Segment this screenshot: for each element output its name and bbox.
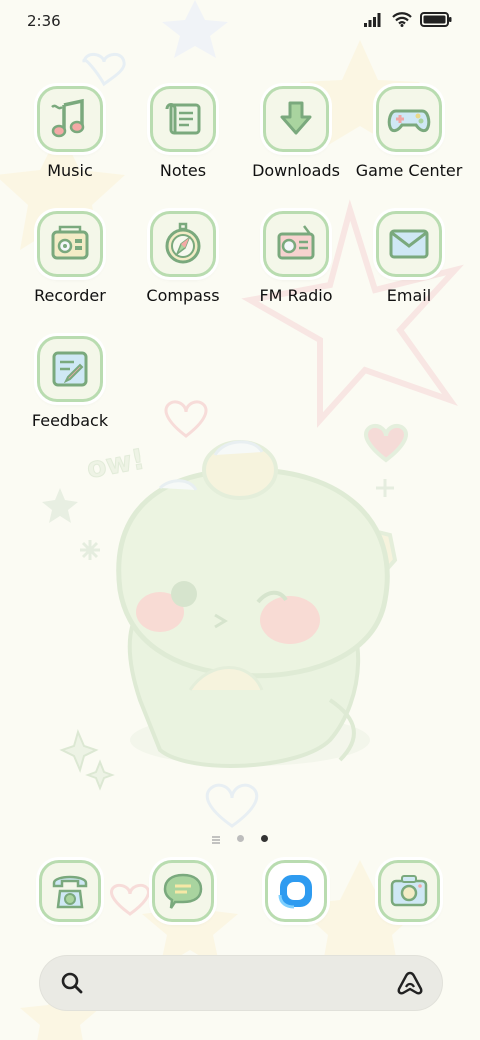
sparkle-decoration — [59, 729, 99, 773]
heart-decoration — [164, 400, 208, 438]
app-label: Recorder — [34, 286, 106, 305]
app-label: Email — [386, 286, 432, 305]
status-bar: 2:36 — [0, 0, 480, 44]
app-label: Downloads — [252, 161, 340, 180]
app-recorder[interactable]: Recorder — [16, 211, 124, 305]
page-dot-active[interactable] — [261, 835, 269, 842]
app-game-center[interactable]: Game Center — [355, 86, 463, 180]
app-tile — [39, 860, 101, 922]
app-tile — [37, 336, 103, 402]
envelope-icon — [389, 229, 429, 259]
wifi-icon — [392, 12, 412, 27]
heart-decoration — [364, 424, 408, 463]
dinosaur-illustration — [116, 440, 398, 769]
download-arrow-icon — [280, 101, 312, 135]
notes-scroll-icon — [165, 103, 201, 135]
sparkle-decoration — [85, 759, 115, 791]
heart-decoration — [205, 783, 259, 828]
page-indicator-list-icon[interactable] — [211, 829, 220, 848]
compass-icon — [165, 222, 201, 264]
app-email[interactable]: Email — [355, 211, 463, 305]
wallpaper-ow-text: ow! — [84, 442, 147, 485]
app-notes[interactable]: Notes — [129, 86, 237, 180]
app-tile — [376, 86, 442, 152]
app-tile — [263, 211, 329, 277]
dock-phone[interactable] — [16, 860, 124, 922]
app-tile — [37, 86, 103, 152]
app-tile — [37, 211, 103, 277]
phone-icon — [52, 875, 88, 909]
messages-icon — [163, 873, 203, 909]
app-label: Notes — [159, 161, 207, 180]
dock-messages[interactable] — [129, 860, 237, 922]
app-downloads[interactable]: Downloads — [242, 86, 350, 180]
page-indicator — [0, 828, 480, 848]
app-label: Compass — [146, 286, 220, 305]
radio-icon — [277, 225, 315, 260]
dock-camera[interactable] — [355, 860, 463, 922]
battery-icon — [420, 12, 452, 27]
app-label: Music — [47, 161, 93, 180]
app-fm-radio[interactable]: FM Radio — [242, 211, 350, 305]
feedback-icon — [52, 351, 88, 387]
gamepad-icon — [387, 109, 431, 133]
app-music[interactable]: Music — [16, 86, 124, 180]
app-label: Game Center — [355, 161, 463, 180]
camera-icon — [390, 875, 428, 907]
assistant-icon[interactable] — [396, 970, 424, 996]
music-note-icon — [51, 98, 85, 138]
app-label: Feedback — [31, 411, 109, 430]
app-label: FM Radio — [259, 286, 333, 305]
browser-icon — [278, 875, 312, 909]
app-tile — [376, 211, 442, 277]
recorder-icon — [51, 225, 89, 260]
app-compass[interactable]: Compass — [129, 211, 237, 305]
page-dot[interactable] — [237, 835, 244, 842]
search-bar[interactable] — [40, 956, 442, 1010]
app-tile — [378, 860, 440, 922]
app-tile — [263, 86, 329, 152]
search-icon[interactable] — [60, 971, 84, 995]
star-decoration — [42, 488, 78, 523]
app-tile — [152, 860, 214, 922]
heart-decoration — [82, 53, 126, 87]
status-time: 2:36 — [27, 12, 61, 30]
app-tile — [265, 860, 327, 922]
dock-browser[interactable] — [242, 860, 350, 922]
app-tile — [150, 211, 216, 277]
cellular-signal-icon — [364, 12, 381, 27]
app-feedback[interactable]: Feedback — [16, 336, 124, 430]
app-tile — [150, 86, 216, 152]
